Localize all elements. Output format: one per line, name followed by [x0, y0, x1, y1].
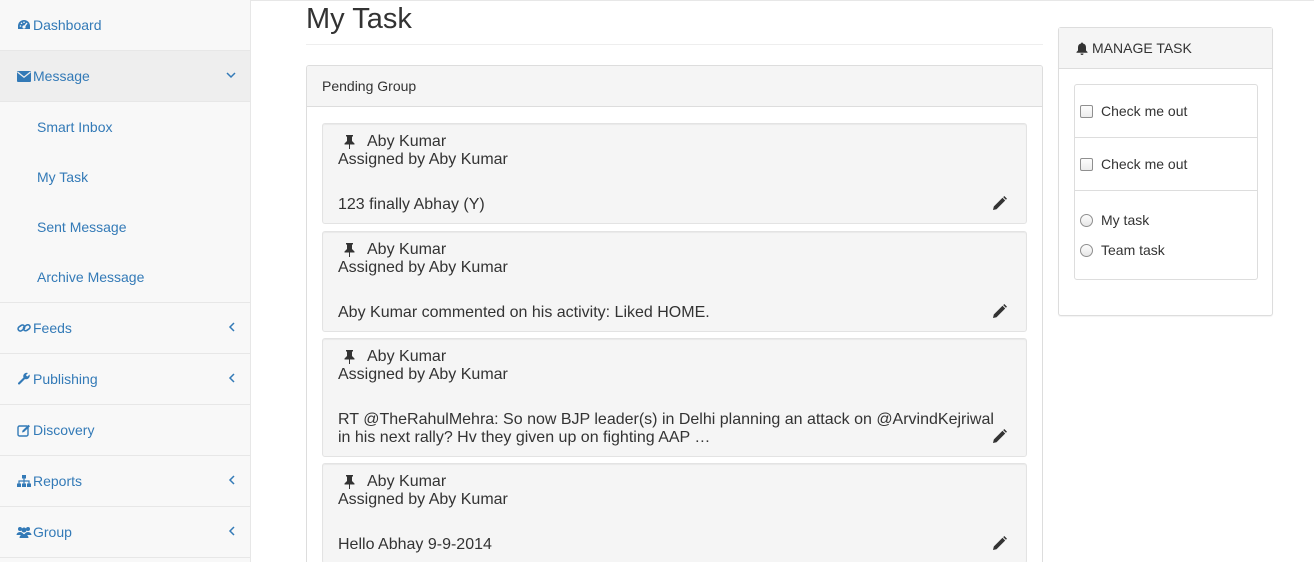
check-me-out-checkbox[interactable]: [1080, 105, 1093, 118]
wrench-icon: [16, 372, 32, 386]
task-card: Aby Kumar Assigned by Aby Kumar RT @TheR…: [322, 338, 1027, 457]
sidebar-item-label: Feeds: [33, 320, 72, 336]
task-text: 123 finally Abhay (Y): [338, 196, 485, 213]
task-name: Aby Kumar: [367, 241, 447, 258]
sidebar-item-smart-inbox[interactable]: Smart Inbox: [0, 102, 250, 152]
sidebar: Dashboard Message Smart Inbox My Task Se…: [0, 0, 251, 562]
task-text: Aby Kumar commented on his activity: Lik…: [338, 304, 710, 321]
task-type-radio-group: My task Team task: [1075, 191, 1257, 272]
sidebar-item-publishing[interactable]: Publishing: [0, 354, 250, 405]
bell-icon: [1076, 41, 1090, 55]
pencil-icon[interactable]: [992, 196, 1008, 212]
task-card: Aby Kumar Assigned by Aby Kumar Aby Kuma…: [322, 231, 1027, 332]
task-name: Aby Kumar: [367, 473, 447, 490]
task-name: Aby Kumar: [367, 348, 447, 365]
radio-label: My task: [1101, 212, 1150, 228]
sidebar-item-my-task[interactable]: My Task: [0, 152, 250, 202]
checkbox-row: Check me out: [1075, 138, 1257, 191]
task-header: Aby Kumar: [338, 348, 1011, 366]
link-icon: [16, 321, 32, 335]
checkbox-label: Check me out: [1101, 103, 1188, 119]
sidebar-item-archive-message[interactable]: Archive Message: [0, 252, 250, 302]
envelope-icon: [16, 69, 32, 83]
task-header: Aby Kumar: [338, 241, 1011, 259]
pencil-icon[interactable]: [992, 429, 1008, 445]
task-assigned: Assigned by Aby Kumar: [338, 366, 508, 383]
radio-row: Team task: [1075, 242, 1257, 272]
sitemap-icon: [16, 474, 32, 488]
title-divider: [306, 44, 1043, 45]
sidebar-item-message[interactable]: Message: [0, 51, 250, 102]
pushpin-icon: [342, 474, 356, 490]
task-assigned: Assigned by Aby Kumar: [338, 151, 508, 168]
check-me-out-checkbox[interactable]: [1080, 158, 1093, 171]
checkbox-label: Check me out: [1101, 156, 1188, 172]
pushpin-icon: [342, 134, 356, 150]
task-card: Aby Kumar Assigned by Aby Kumar Hello Ab…: [322, 463, 1027, 562]
checkbox-row: Check me out: [1075, 85, 1257, 138]
sidebar-item-label: Dashboard: [33, 17, 102, 33]
manage-task-options: Check me out Check me out My task Team t…: [1074, 84, 1258, 280]
sidebar-item-sent-message[interactable]: Sent Message: [0, 202, 250, 252]
manage-task-panel: MANAGE TASK Check me out Check me out My…: [1058, 27, 1273, 316]
task-card: Aby Kumar Assigned by Aby Kumar 123 fina…: [322, 123, 1027, 224]
chevron-left-icon: [226, 373, 236, 383]
manage-task-title: MANAGE TASK: [1092, 40, 1192, 56]
pencil-icon[interactable]: [992, 536, 1008, 552]
sidebar-item-label: Reports: [33, 473, 83, 489]
page-title: My Task: [306, 3, 412, 35]
task-text: RT @TheRahulMehra: So now BJP leader(s) …: [338, 411, 994, 446]
edit-icon: [16, 423, 32, 437]
sidebar-item-reports[interactable]: Reports: [0, 456, 250, 507]
sidebar-item-label: Group: [33, 524, 72, 540]
my-task-radio[interactable]: [1080, 214, 1093, 227]
message-submenu: Smart Inbox My Task Sent Message Archive…: [0, 102, 250, 303]
sidebar-item-discovery[interactable]: Discovery: [0, 405, 250, 456]
sidebar-item-group[interactable]: Group: [0, 507, 250, 558]
task-text: Hello Abhay 9-9-2014: [338, 536, 492, 553]
pencil-icon[interactable]: [992, 304, 1008, 320]
chevron-left-icon: [226, 322, 236, 332]
radio-label: Team task: [1101, 242, 1165, 258]
panel-heading: Pending Group: [307, 66, 1042, 107]
sidebar-item-label: Publishing: [33, 371, 98, 387]
chevron-left-icon: [226, 526, 236, 536]
sidebar-item-label: Message: [33, 68, 90, 84]
pushpin-icon: [342, 349, 356, 365]
task-name: Aby Kumar: [367, 133, 447, 150]
task-assigned: Assigned by Aby Kumar: [338, 259, 508, 276]
team-task-radio[interactable]: [1080, 244, 1093, 257]
task-header: Aby Kumar: [338, 473, 1011, 491]
task-assigned: Assigned by Aby Kumar: [338, 491, 508, 508]
users-icon: [16, 525, 32, 539]
radio-row: My task: [1075, 212, 1257, 242]
sidebar-item-label: Discovery: [33, 422, 95, 438]
pending-group-panel: Pending Group Aby Kumar Assigned by Aby …: [306, 65, 1043, 562]
pushpin-icon: [342, 242, 356, 258]
manage-task-heading: MANAGE TASK: [1059, 28, 1272, 69]
dashboard-icon: [16, 18, 32, 32]
chevron-left-icon: [226, 475, 236, 485]
sidebar-item-feeds[interactable]: Feeds: [0, 303, 250, 354]
task-header: Aby Kumar: [338, 133, 1011, 151]
chevron-down-icon: [226, 70, 236, 80]
sidebar-item-dashboard[interactable]: Dashboard: [0, 0, 250, 51]
